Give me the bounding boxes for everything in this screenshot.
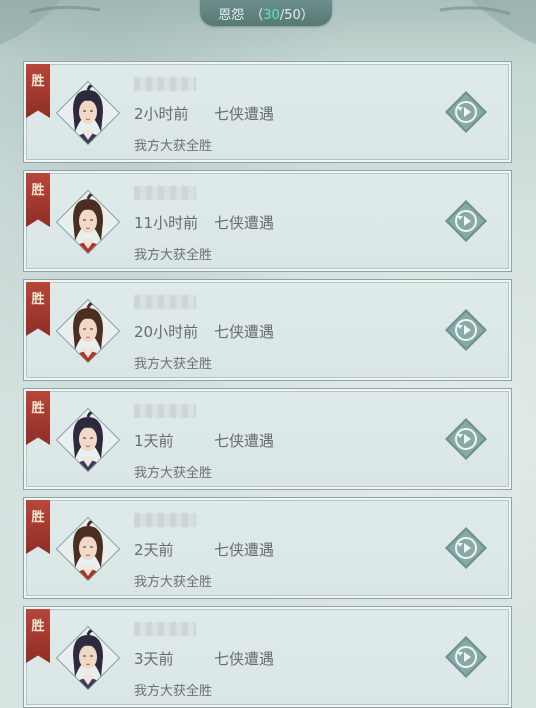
enmity-count-tab: 恩怨 （30/50）	[200, 0, 332, 26]
win-badge-label: 胜	[31, 510, 45, 525]
record-result: 我方大获全胜	[134, 248, 213, 263]
battle-record-card: 胜 2天前 七侠遭遇 我方大获全胜	[23, 497, 512, 599]
win-badge: 胜	[26, 500, 50, 554]
record-time: 1天前	[134, 432, 174, 450]
opponent-avatar[interactable]	[55, 80, 121, 146]
record-result: 我方大获全胜	[134, 357, 213, 372]
record-mode: 七侠遭遇	[214, 105, 275, 123]
win-badge: 胜	[26, 282, 50, 336]
opponent-avatar[interactable]	[55, 189, 121, 255]
opponent-name-redacted	[134, 404, 196, 418]
record-time: 3天前	[134, 650, 174, 668]
battle-record-card: 胜 3天前 七侠遭遇 我方大获全胜	[23, 606, 512, 708]
record-time: 20小时前	[134, 323, 199, 341]
win-badge-label: 胜	[31, 183, 45, 198]
record-time: 2天前	[134, 541, 174, 559]
record-time: 11小时前	[134, 214, 199, 232]
battle-record-card: 胜 20小时前 七侠遭遇 我方大获全胜	[23, 279, 512, 381]
win-badge: 胜	[26, 173, 50, 227]
opponent-name-redacted	[134, 513, 196, 527]
record-result: 我方大获全胜	[134, 575, 213, 590]
replay-icon[interactable]	[444, 417, 488, 461]
enmity-current: 30	[263, 7, 280, 23]
enmity-total: 50	[284, 7, 301, 23]
record-mode: 七侠遭遇	[214, 214, 275, 232]
replay-icon[interactable]	[444, 199, 488, 243]
replay-icon[interactable]	[444, 308, 488, 352]
replay-icon[interactable]	[444, 90, 488, 134]
win-badge: 胜	[26, 64, 50, 118]
opponent-name-redacted	[134, 622, 196, 636]
win-badge-label: 胜	[31, 619, 45, 634]
win-badge-label: 胜	[31, 74, 45, 89]
battle-record-card: 胜 1天前 七侠遭遇 我方大获全胜	[23, 388, 512, 490]
opponent-avatar[interactable]	[55, 625, 121, 691]
record-time: 2小时前	[134, 105, 189, 123]
record-result: 我方大获全胜	[134, 684, 213, 699]
replay-icon[interactable]	[444, 526, 488, 570]
record-mode: 七侠遭遇	[214, 432, 275, 450]
opponent-name-redacted	[134, 186, 196, 200]
record-result: 我方大获全胜	[134, 139, 213, 154]
opponent-name-redacted	[134, 77, 196, 91]
record-result: 我方大获全胜	[134, 466, 213, 481]
win-badge: 胜	[26, 391, 50, 445]
replay-icon[interactable]	[444, 635, 488, 679]
win-badge-label: 胜	[31, 401, 45, 416]
opponent-avatar[interactable]	[55, 407, 121, 473]
opponent-avatar[interactable]	[55, 298, 121, 364]
opponent-name-redacted	[134, 295, 196, 309]
win-badge: 胜	[26, 609, 50, 663]
opponent-avatar[interactable]	[55, 516, 121, 582]
record-mode: 七侠遭遇	[214, 541, 275, 559]
record-mode: 七侠遭遇	[214, 323, 275, 341]
battle-record-card: 胜 2小时前 七侠遭遇 我方大获全胜	[23, 61, 512, 163]
battle-record-card: 胜 11小时前 七侠遭遇 我方大获全胜	[23, 170, 512, 272]
enmity-count: （30/50）	[250, 7, 314, 23]
enmity-title: 恩怨	[218, 7, 245, 23]
win-badge-label: 胜	[31, 292, 45, 307]
record-mode: 七侠遭遇	[214, 650, 275, 668]
